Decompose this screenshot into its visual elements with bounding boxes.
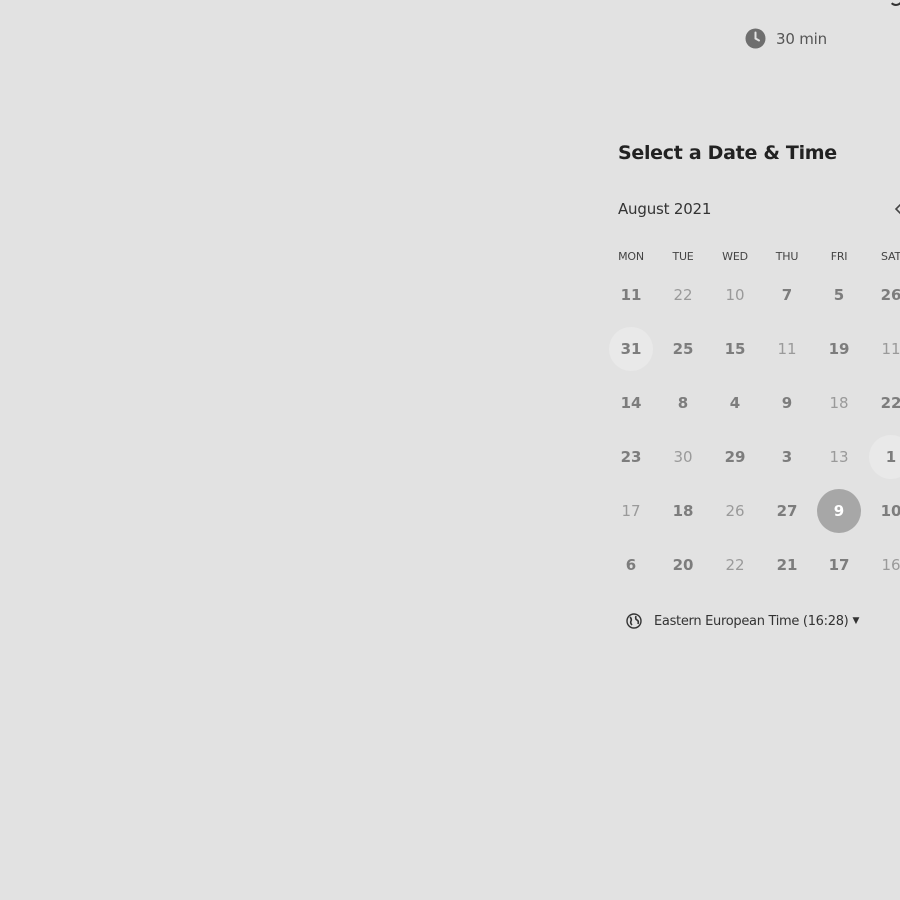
day-label: 16 [881, 556, 900, 574]
calendar-weeks: 11 22 10 7 5 26 31 25 15 11 19 11 14 8 4 9 18 22 23 30 29 3 13… [605, 283, 900, 607]
month-label: August 2021 [618, 200, 712, 218]
available-day-button[interactable]: 11 [609, 273, 653, 317]
selected-day-button[interactable]: 9 [817, 489, 861, 533]
available-day-button[interactable]: 8 [661, 381, 705, 425]
calendar-cell: 22 [709, 553, 761, 607]
day-label: 11 [881, 340, 900, 358]
available-day-button[interactable]: 5 [817, 273, 861, 317]
available-day-button[interactable]: 18 [661, 489, 705, 533]
day-label: 26 [725, 502, 745, 520]
available-day-button[interactable]: 4 [713, 381, 757, 425]
day-label: 17 [621, 502, 641, 520]
weekday-label: THU [775, 250, 799, 263]
weekday-label: WED [722, 250, 748, 263]
available-day-button[interactable]: 9 [765, 381, 809, 425]
available-day-button[interactable]: 15 [713, 327, 757, 371]
available-day-button[interactable]: 19 [817, 327, 861, 371]
calendar-cell: 21 [761, 553, 813, 607]
calendar-cell: 16 [865, 553, 900, 607]
available-day-button[interactable]: 29 [713, 435, 757, 479]
available-day-button[interactable]: 6 [609, 543, 653, 587]
partial-icon [889, 0, 900, 6]
day-label: 13 [829, 448, 849, 466]
available-day-button[interactable]: 20 [661, 543, 705, 587]
available-day-button[interactable]: 25 [661, 327, 705, 371]
day-label: 10 [725, 286, 745, 304]
caret-down-icon: ▼ [852, 616, 860, 626]
available-day-button[interactable]: 3 [765, 435, 809, 479]
weekday-header-row: MON TUE WED THU FRI SAT [605, 250, 900, 268]
globe-icon [626, 613, 642, 629]
available-day-button[interactable]: 21 [765, 543, 809, 587]
clock-icon [745, 28, 766, 49]
day-label: 22 [673, 286, 693, 304]
available-day-button[interactable]: 1 [869, 435, 900, 479]
day-label: 22 [725, 556, 745, 574]
available-day-button[interactable]: 14 [609, 381, 653, 425]
available-day-button[interactable]: 7 [765, 273, 809, 317]
chevron-left-icon [894, 203, 900, 215]
calendar-cell: 6 [605, 553, 657, 607]
calendar-week-row: 11 22 10 7 5 26 [605, 283, 900, 337]
calendar-week-row: 31 25 15 11 19 11 [605, 327, 900, 391]
duration-label: 30 min [776, 29, 827, 48]
event-duration: 30 min [745, 28, 827, 49]
previous-month-button[interactable] [893, 201, 900, 217]
calendar-week-row: 6 20 22 21 17 16 [605, 553, 900, 607]
calendar-week-row: 17 18 26 27 9 10 [605, 489, 900, 553]
calendar-cell: 20 [657, 553, 709, 607]
available-day-button[interactable]: 23 [609, 435, 653, 479]
calendar-grid: MON TUE WED THU FRI SAT 11 22 10 7 5 26 31 25 15 11 19 1… [605, 250, 900, 607]
weekday-label: MON [618, 250, 644, 263]
timezone-label: Eastern European Time (16:28) [654, 613, 849, 629]
available-day-button[interactable]: 10 [869, 489, 900, 533]
calendar-week-row: 14 8 4 9 18 22 [605, 391, 900, 445]
available-day-button[interactable]: 27 [765, 489, 809, 533]
page-title: Select a Date & Time [618, 142, 837, 164]
timezone-selector[interactable]: Eastern European Time (16:28) ▼ [626, 613, 859, 629]
scheduling-page: 30 min Select a Date & Time August 2021 … [0, 0, 900, 900]
available-day-button[interactable]: 31 [609, 327, 653, 371]
available-day-button[interactable]: 26 [869, 273, 900, 317]
day-label: 11 [777, 340, 797, 358]
weekday-label: SAT [881, 250, 900, 263]
day-label: 18 [829, 394, 849, 412]
weekday-label: FRI [830, 250, 848, 263]
weekday-label: TUE [672, 250, 694, 263]
day-label: 30 [673, 448, 693, 466]
available-day-button[interactable]: 17 [817, 543, 861, 587]
available-day-button[interactable]: 22 [869, 381, 900, 425]
calendar-week-row: 23 30 29 3 13 1 [605, 435, 900, 499]
calendar-cell: 17 [813, 553, 865, 607]
